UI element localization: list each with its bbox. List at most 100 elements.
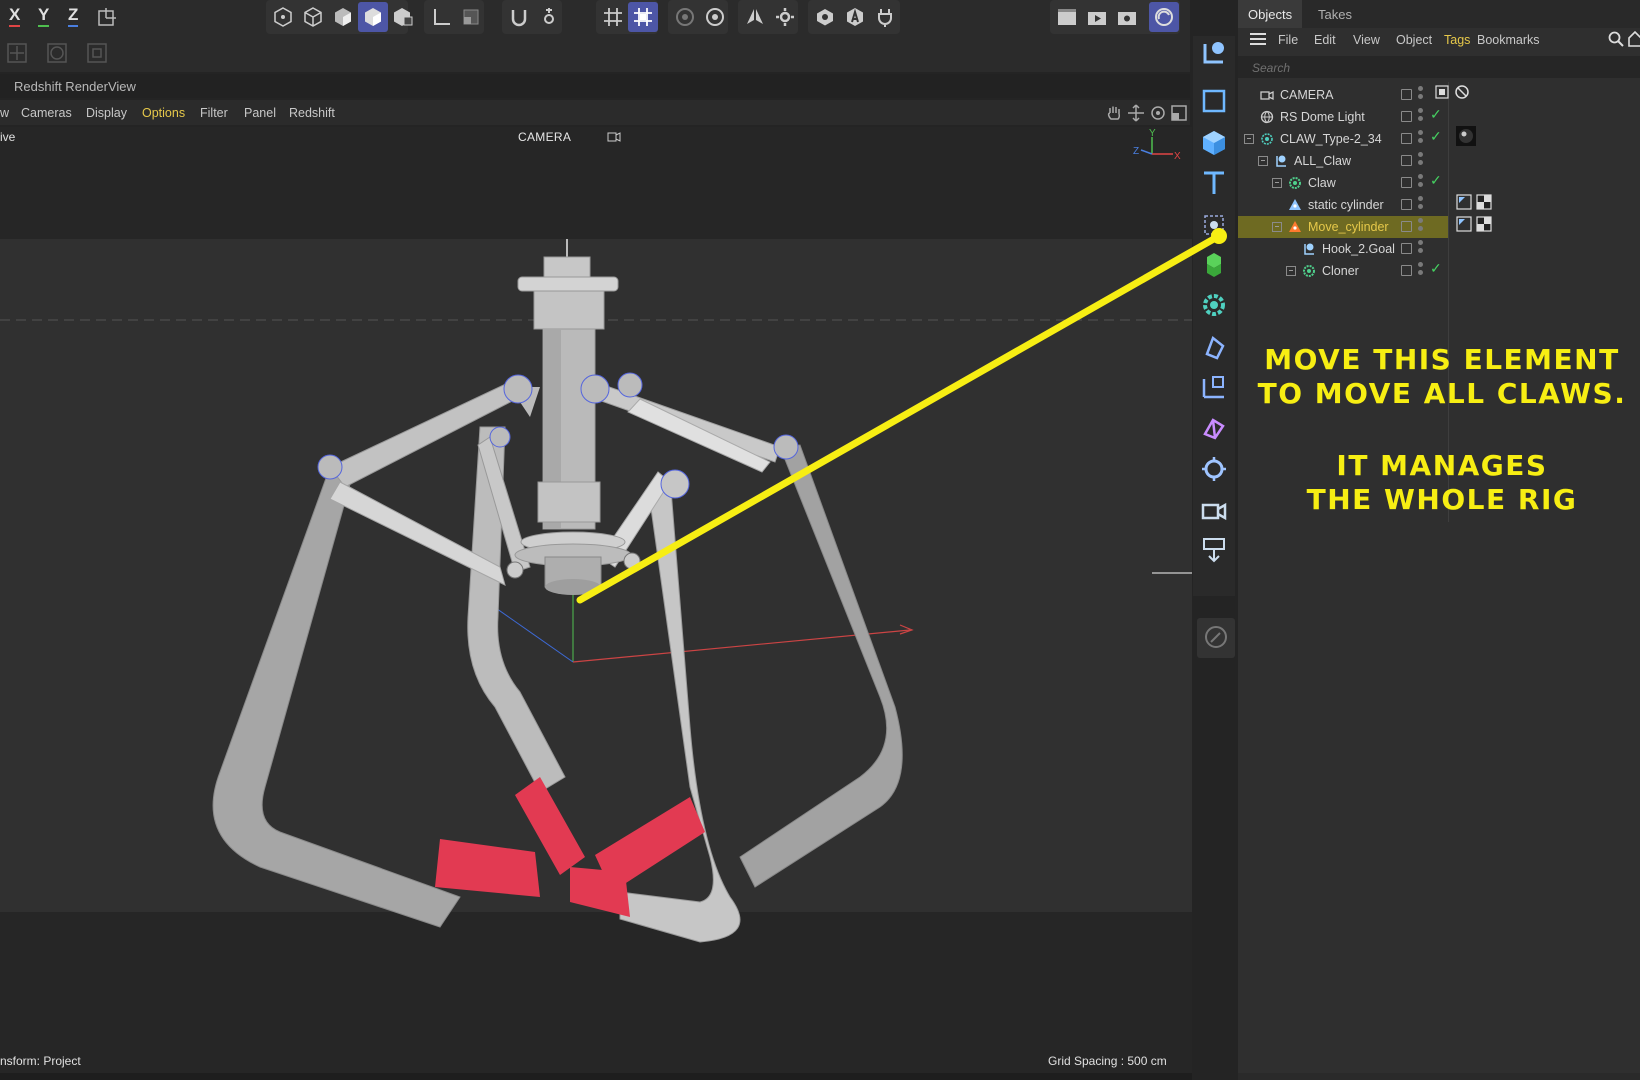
floor-object-icon[interactable] (1197, 532, 1231, 566)
workplane-icon[interactable] (628, 2, 658, 32)
tab-objects[interactable]: Objects (1238, 0, 1303, 28)
rectangle-spline-icon[interactable] (1197, 84, 1231, 118)
deformer-icon[interactable] (1197, 330, 1231, 364)
symmetry-icon[interactable] (740, 2, 770, 32)
volume-icon[interactable] (1197, 410, 1231, 444)
snap-settings-icon[interactable] (534, 2, 564, 32)
visibility-dots[interactable] (1418, 129, 1424, 145)
menu-object[interactable]: Object (1396, 33, 1432, 47)
tree-row-cloner[interactable]: Cloner (1238, 260, 1448, 282)
visibility-dots[interactable] (1418, 261, 1424, 277)
visibility-dots[interactable] (1418, 173, 1424, 189)
plug-icon[interactable] (870, 2, 900, 32)
edit-flag[interactable] (1401, 221, 1412, 232)
tree-row-rs-dome-light[interactable]: RS Dome Light (1238, 106, 1448, 128)
search-icon[interactable] (1608, 31, 1624, 47)
render-region-icon[interactable] (810, 2, 840, 32)
edit-tool-button[interactable] (1197, 618, 1235, 658)
axis-mode-icon[interactable] (426, 2, 456, 32)
edit-flag[interactable] (1401, 89, 1412, 100)
camera-object-icon[interactable] (1197, 494, 1231, 528)
ik-tag-icon[interactable] (1456, 194, 1472, 210)
render-active-icon[interactable] (1082, 2, 1112, 32)
visibility-dots[interactable] (1418, 239, 1424, 255)
viewport-menu-redshift[interactable]: Redshift (289, 106, 335, 120)
x-axis-lock-button[interactable]: X (9, 5, 21, 27)
visibility-dots[interactable] (1418, 151, 1424, 167)
home-icon[interactable] (1628, 31, 1640, 47)
rotate-icon[interactable] (42, 38, 72, 68)
move-view-icon[interactable] (1127, 104, 1145, 122)
texture-tag-icon[interactable] (1476, 216, 1492, 232)
snap-icon[interactable] (504, 2, 534, 32)
collapse-toggle[interactable] (1244, 134, 1254, 144)
object-search-input[interactable]: Search (1238, 56, 1640, 78)
tree-row-camera[interactable]: CAMERA (1238, 84, 1448, 106)
viewport-menu-cameras[interactable]: Cameras (21, 106, 72, 120)
null-object-icon[interactable] (1197, 208, 1231, 242)
viewport-menu-panel[interactable]: Panel (244, 106, 276, 120)
redshift-render-icon[interactable] (1149, 2, 1179, 32)
collapse-toggle[interactable] (1272, 222, 1282, 232)
visibility-dots[interactable] (1418, 107, 1424, 123)
tree-row-claw-type[interactable]: CLAW_Type-2_34 (1238, 128, 1448, 150)
tab-takes[interactable]: Takes (1308, 0, 1362, 28)
tree-row-move-cylinder[interactable]: Move_cylinder (1238, 216, 1448, 238)
menu-edit[interactable]: Edit (1314, 33, 1336, 47)
edit-flag[interactable] (1401, 265, 1412, 276)
edit-flag[interactable] (1401, 177, 1412, 188)
expand-toggle[interactable] (1272, 178, 1282, 188)
ik-tag-icon[interactable] (1456, 216, 1472, 232)
visibility-dots[interactable] (1418, 195, 1424, 211)
effector-icon[interactable] (1197, 288, 1231, 322)
polygons-mode-icon[interactable] (328, 2, 358, 32)
collapse-toggle[interactable] (1258, 156, 1268, 166)
points-mode-icon[interactable] (268, 2, 298, 32)
texture-axis-icon[interactable] (456, 2, 486, 32)
enabled-check-icon[interactable]: ✓ (1430, 172, 1442, 189)
menu-tags[interactable]: Tags (1444, 33, 1470, 47)
protection-tag-icon[interactable] (1454, 84, 1470, 100)
hamburger-menu-icon[interactable] (1250, 32, 1266, 46)
model-mode-icon[interactable] (358, 2, 388, 32)
menu-bookmarks[interactable]: Bookmarks (1477, 33, 1540, 47)
field-object-icon[interactable] (1197, 370, 1231, 404)
material-tag-icon[interactable] (1456, 126, 1476, 146)
text-object-icon[interactable] (1197, 166, 1231, 200)
solo-settings-icon[interactable] (700, 2, 730, 32)
3d-viewport[interactable]: Y Z X ive CAMERA nsform: Project Grid Sp… (0, 127, 1192, 1073)
viewport-menu-display[interactable]: Display (86, 106, 127, 120)
render-view-icon[interactable] (1052, 2, 1082, 32)
enabled-check-icon[interactable]: ✓ (1430, 106, 1442, 123)
edges-mode-icon[interactable] (298, 2, 328, 32)
camera-lock-icon[interactable] (607, 131, 621, 143)
tree-row-hook-goal[interactable]: Hook_2.Goal (1238, 238, 1448, 260)
edit-flag[interactable] (1401, 133, 1412, 144)
viewport-menu-filter[interactable]: Filter (200, 106, 228, 120)
visibility-dots[interactable] (1418, 217, 1424, 233)
enabled-check-icon[interactable]: ✓ (1430, 128, 1442, 145)
z-axis-lock-button[interactable]: Z (68, 5, 79, 27)
mograph-cloner-icon[interactable] (1197, 248, 1231, 282)
move-icon[interactable] (2, 38, 32, 68)
texture-mode-icon[interactable] (388, 2, 418, 32)
viewport-menu-view[interactable]: w (0, 106, 9, 120)
grid-icon[interactable] (598, 2, 628, 32)
edit-flag[interactable] (1401, 243, 1412, 254)
menu-file[interactable]: File (1278, 33, 1298, 47)
scene-light-icon[interactable] (1197, 452, 1231, 486)
edit-flag[interactable] (1401, 155, 1412, 166)
scale-icon[interactable] (82, 38, 112, 68)
redshift-icon[interactable] (840, 2, 870, 32)
target-tag-icon[interactable] (1434, 84, 1450, 100)
rotate-view-icon[interactable] (1149, 104, 1167, 122)
menu-view[interactable]: View (1353, 33, 1380, 47)
visibility-dots[interactable] (1418, 85, 1424, 101)
render-settings-icon[interactable] (1112, 2, 1142, 32)
cloner-object-icon[interactable] (1197, 36, 1231, 70)
pan-hand-icon[interactable] (1105, 104, 1123, 122)
tree-row-claw[interactable]: Claw (1238, 172, 1448, 194)
viewport-menu-options[interactable]: Options (142, 106, 185, 120)
edit-flag[interactable] (1401, 111, 1412, 122)
tree-row-all-claw[interactable]: ALL_Claw (1238, 150, 1448, 172)
